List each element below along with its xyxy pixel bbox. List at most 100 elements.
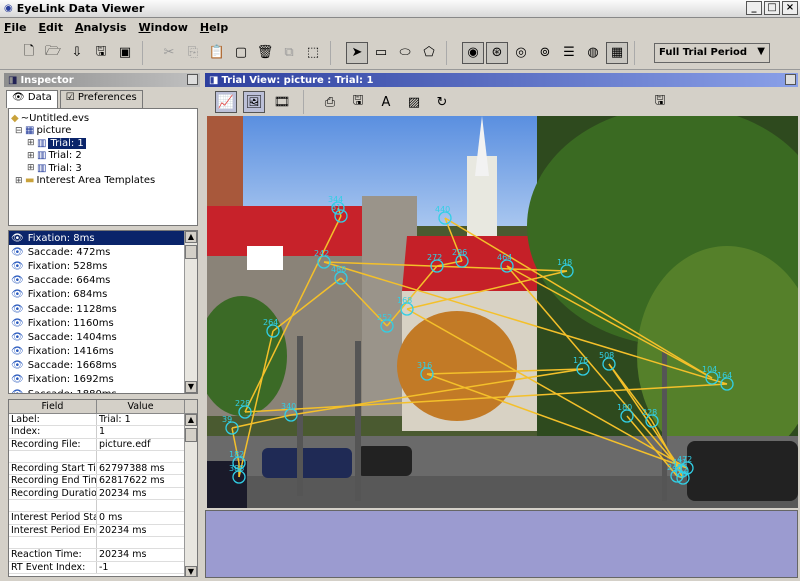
refresh-icon[interactable]: ↻ (431, 91, 453, 113)
close-button[interactable]: × (782, 1, 798, 15)
freehand-icon[interactable]: ⬠ (418, 42, 440, 64)
save-view-icon[interactable]: 🖫 (649, 91, 671, 113)
interest-area-icon[interactable]: ▦ (606, 41, 628, 64)
tab-data[interactable]: 👁 Data (6, 90, 58, 108)
open-icon[interactable]: 🗁 (42, 42, 64, 64)
event-eye-icon: 👁 (11, 317, 24, 329)
scroll-up-icon[interactable]: ▲ (185, 414, 197, 426)
merge-icon[interactable]: ⧉ (278, 42, 300, 64)
tree-node-interest-areas[interactable]: ⊞ ▬ Interest Area Templates (11, 175, 195, 188)
toolbar-separator (142, 40, 154, 65)
delete-icon[interactable]: 🗑 (254, 42, 276, 64)
collapse-icon[interactable]: ⊟ (15, 126, 25, 136)
paste-icon[interactable]: 📋 (206, 42, 228, 64)
main-toolbar: 🗋 🗁 ⇩ 🖫 ▣ ✂ ⎘ 📋 ▢ 🗑 ⧉ ⬚ ➤ ▭ ⬭ ⬠ ◉ ⊛ ◎ ⊚ … (0, 36, 800, 70)
inspector-icon: ◨ (8, 74, 18, 86)
import-icon[interactable]: ⇩ (66, 42, 88, 64)
chevron-down-icon: ▼ (757, 45, 765, 57)
pointer-icon[interactable]: ➤ (346, 41, 368, 64)
menu-help[interactable]: Help (200, 21, 228, 34)
trial-view-minimize-button[interactable] (785, 74, 796, 85)
scroll-down-icon[interactable]: ▼ (185, 566, 197, 576)
scroll-up-icon[interactable]: ▲ (185, 231, 197, 243)
select-icon[interactable]: ⬚ (302, 42, 324, 64)
copy-icon[interactable]: ⎘ (182, 42, 204, 64)
list-item[interactable]: 👁 Saccade: 1128ms (9, 302, 197, 316)
blink-icon[interactable]: ◎ (510, 42, 532, 64)
sample-icon[interactable]: ⊚ (534, 42, 556, 64)
menu-window[interactable]: Window (139, 21, 188, 34)
fixation-label: 340 (281, 402, 296, 411)
list-item[interactable]: 👁 Saccade: 1404ms (9, 330, 197, 344)
trial-view-canvas[interactable]: 344 81 228 164 242 148 168 472 316 176 340 39 182 388… (207, 116, 798, 508)
list-item[interactable]: 👁 Saccade: 1668ms (9, 359, 197, 373)
expand-icon[interactable]: ⊞ (27, 138, 37, 148)
app-title: EyeLink Data Viewer (16, 2, 145, 15)
background-image-icon[interactable]: ▨ (403, 91, 425, 113)
table-row: Recording End Time:62817622 ms (9, 475, 197, 488)
menu-analysis[interactable]: Analysis (75, 21, 127, 34)
tree-node-trial-2[interactable]: ⊞ ▥ Trial: 2 (11, 150, 195, 163)
saveas-icon[interactable]: ▣ (114, 42, 136, 64)
save-icon[interactable]: 🖫 (90, 42, 112, 64)
minimize-button[interactable]: _ (746, 1, 762, 15)
expand-icon[interactable]: ⊞ (27, 151, 37, 161)
tree-node-trial-3[interactable]: ⊞ ▥ Trial: 3 (11, 162, 195, 175)
list-item[interactable]: 👁 Fixation: 1416ms (9, 345, 197, 359)
fixation-label: 104 (702, 365, 717, 374)
message-icon[interactable]: ☰ (558, 42, 580, 64)
list-item[interactable]: 👁 Fixation: 684ms (9, 288, 197, 302)
scroll-down-icon[interactable]: ▼ (185, 381, 197, 393)
expand-icon[interactable]: ⊞ (15, 176, 25, 186)
table-row: Interest Period Start:0 ms (9, 512, 197, 525)
saccade-icon[interactable]: ⊛ (486, 41, 508, 64)
tab-preferences[interactable]: ☑ Preferences (59, 90, 143, 108)
period-select[interactable]: Full Trial Period ▼ (654, 42, 770, 63)
fixation-label: 264 (263, 318, 278, 327)
fixation-label: 242 (314, 249, 329, 258)
trial-icon: ▥ (37, 137, 47, 149)
list-item[interactable]: 👁 Fixation: 1160ms (9, 316, 197, 330)
list-item[interactable]: 👁 Fixation: 8ms (9, 231, 197, 246)
ellipse-icon[interactable]: ⬭ (394, 42, 416, 64)
tree-node-session[interactable]: ⊟ ▦ picture (11, 125, 195, 138)
spatial-overlay-icon[interactable]: 🖼 (243, 91, 265, 113)
inspector-minimize-button[interactable] (187, 74, 198, 85)
clear-icon[interactable]: ▢ (230, 42, 252, 64)
fixation-icon[interactable]: ◉ (462, 41, 484, 64)
table-row (9, 450, 197, 464)
tree-node-file[interactable]: ◆ ~Untitled.evs (11, 112, 195, 125)
list-item[interactable]: 👁 Fixation: 528ms (9, 259, 197, 273)
target-icon[interactable]: ◍ (582, 42, 604, 64)
font-icon[interactable]: A (375, 91, 397, 113)
event-list-scrollbar[interactable]: ▲ ▼ (184, 231, 197, 393)
menu-edit[interactable]: Edit (39, 21, 63, 34)
list-item[interactable]: 👁 Saccade: 472ms (9, 245, 197, 259)
save-image-icon[interactable]: 🖫 (347, 91, 369, 113)
fixation-label: 316 (417, 361, 432, 370)
scroll-thumb[interactable] (185, 428, 197, 442)
properties-scrollbar[interactable]: ▲ ▼ (184, 414, 197, 576)
expand-icon[interactable]: ⊞ (27, 163, 37, 173)
header-field: Field (9, 400, 97, 413)
list-item[interactable]: 👁Saccade: 1880ms (9, 387, 197, 393)
header-value: Value (97, 400, 185, 413)
list-item[interactable]: 👁 Fixation: 1692ms (9, 373, 197, 387)
animation-icon[interactable]: 🎞 (271, 91, 293, 113)
temporal-graph-icon[interactable]: 📈 (215, 91, 237, 113)
session-icon: ▦ (25, 125, 35, 137)
event-eye-icon: 👁 (11, 232, 24, 244)
new-icon[interactable]: 🗋 (18, 42, 40, 64)
scroll-thumb[interactable] (185, 245, 197, 259)
menu-file[interactable]: File (4, 21, 27, 34)
fixation-label: 228 (235, 399, 250, 408)
cut-icon[interactable]: ✂ (158, 42, 180, 64)
tree-node-trial-1[interactable]: ⊞ ▥ Trial: 1 (11, 137, 195, 150)
maximize-button[interactable]: □ (764, 1, 780, 15)
fixation-label: 464 (497, 253, 512, 262)
export-icon[interactable]: ⎙ (319, 91, 341, 113)
trial-view-title-bar: ◨ Trial View: picture : Trial: 1 (205, 73, 798, 87)
table-row (9, 500, 197, 513)
list-item[interactable]: 👁 Saccade: 664ms (9, 274, 197, 288)
rect-icon[interactable]: ▭ (370, 42, 392, 64)
